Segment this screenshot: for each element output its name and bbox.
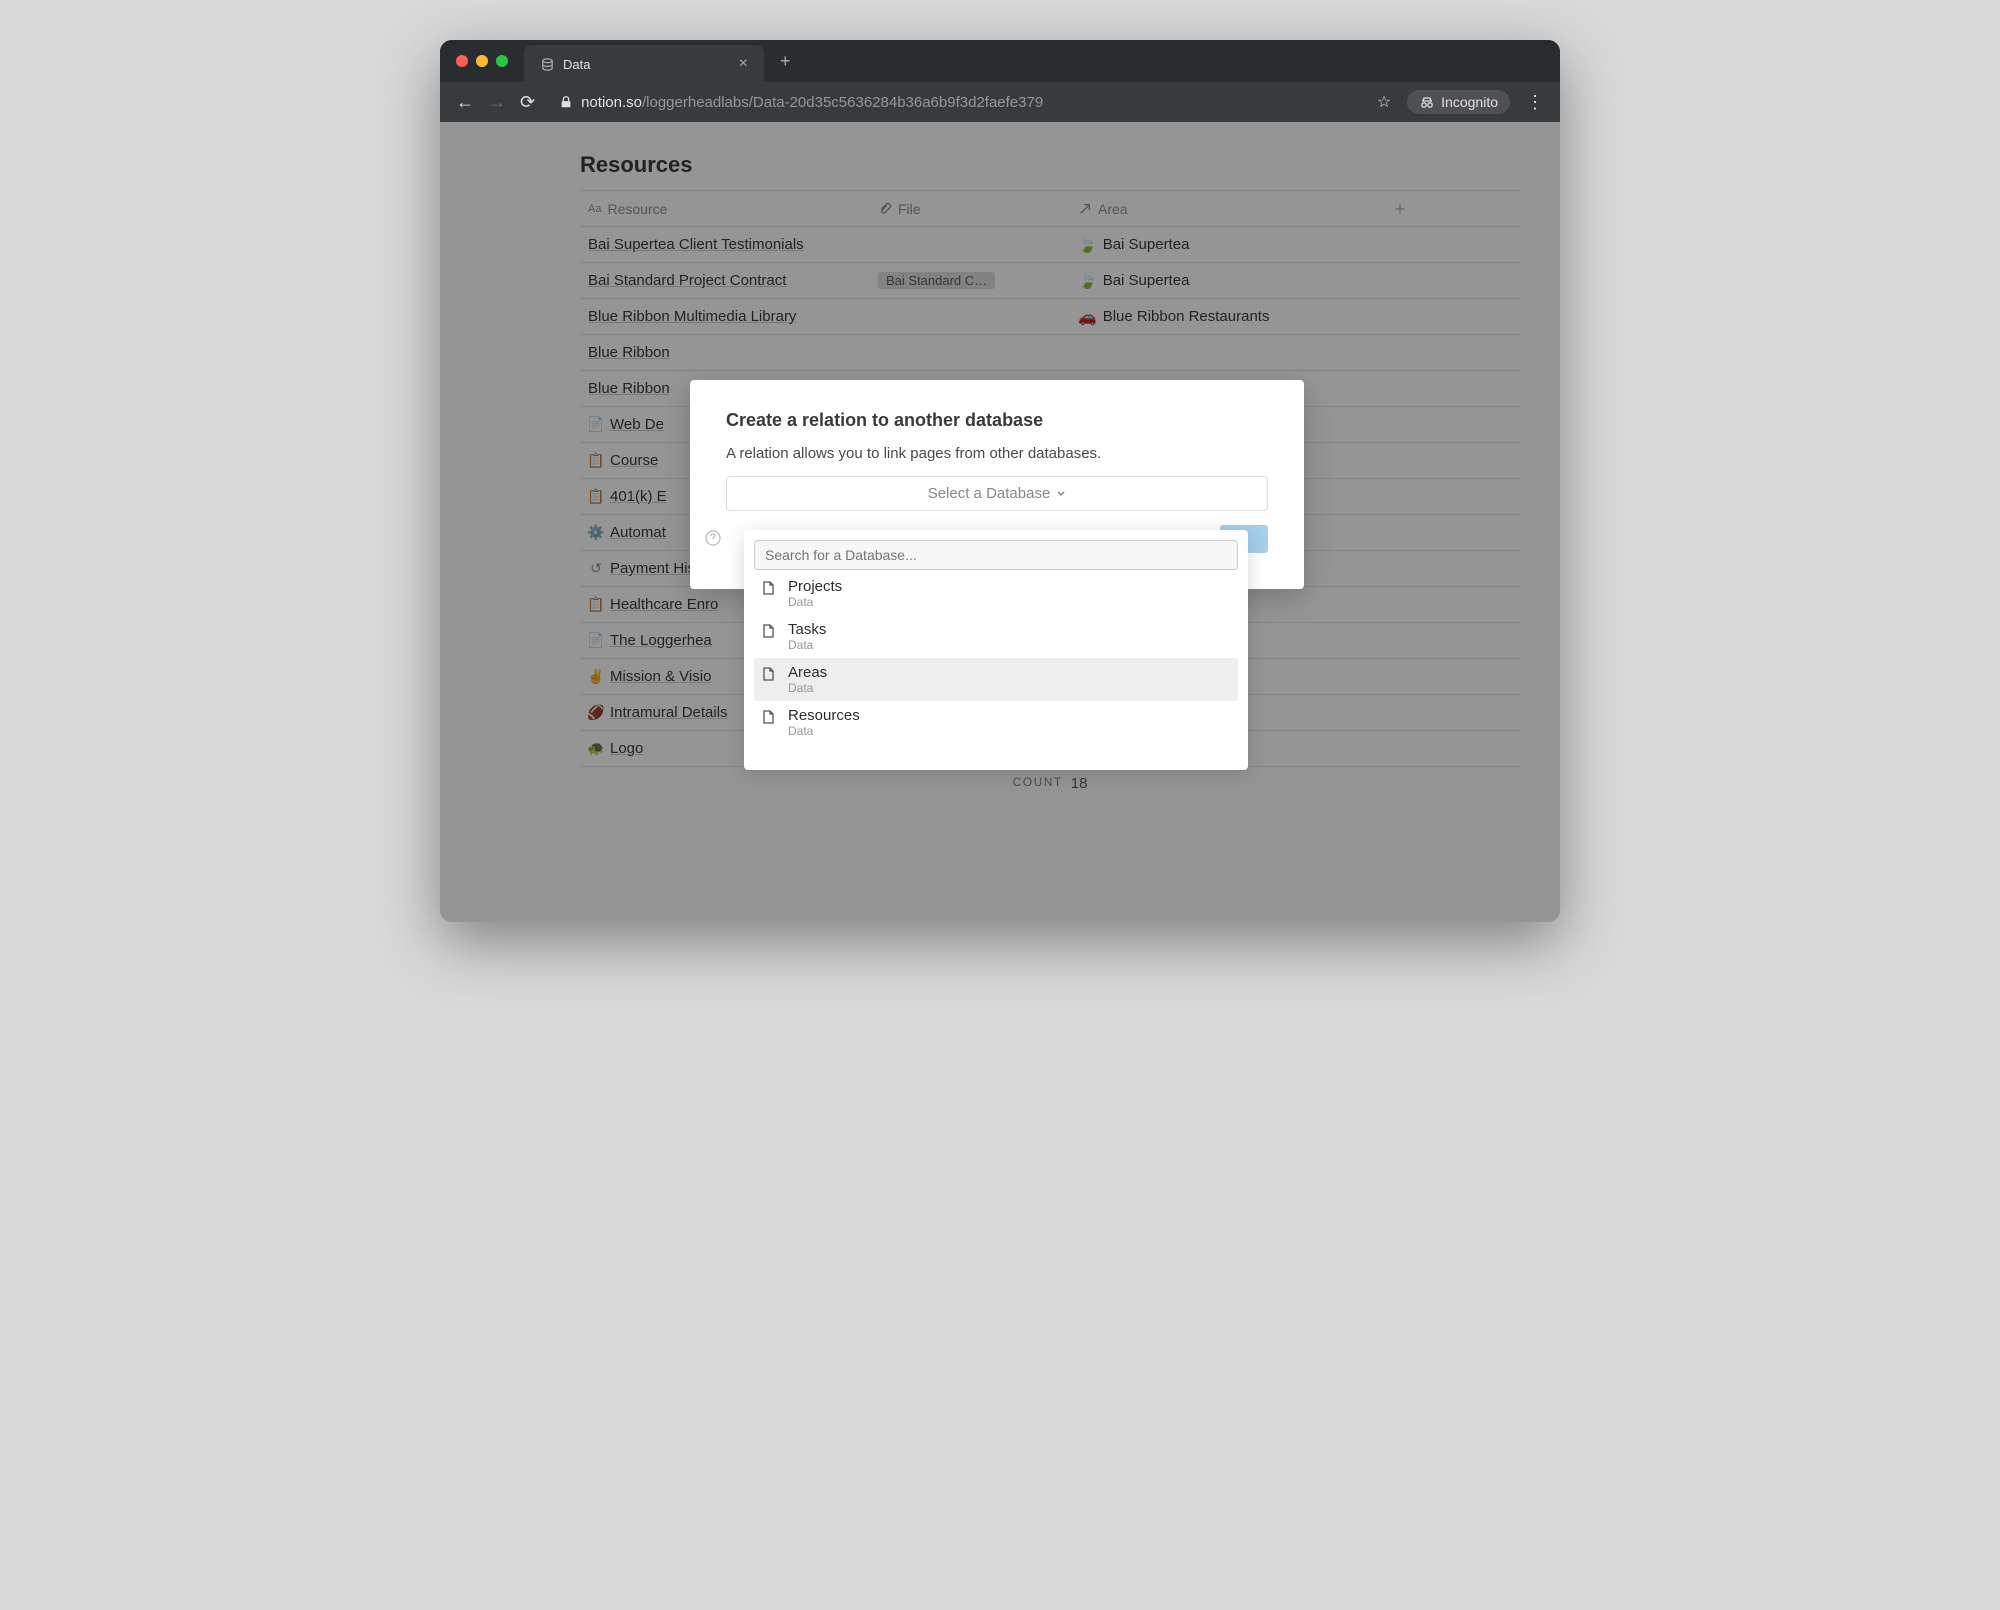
dropdown-item-name: Areas — [788, 664, 827, 681]
new-tab-button[interactable]: + — [780, 51, 791, 72]
database-dropdown: ProjectsDataTasksDataAreasDataResourcesD… — [744, 530, 1248, 770]
database-icon — [540, 57, 555, 72]
content-area: Resources Aa Resource File — [440, 122, 1560, 922]
title-bar: Data × + — [440, 40, 1560, 82]
chevron-down-icon — [1056, 489, 1066, 499]
back-button[interactable]: ← — [456, 92, 474, 113]
dropdown-item[interactable]: ProjectsData — [754, 572, 1238, 615]
forward-button[interactable]: → — [488, 92, 506, 113]
lock-icon — [559, 95, 573, 109]
modal-description: A relation allows you to link pages from… — [726, 445, 1268, 462]
minimize-window-button[interactable] — [476, 55, 488, 67]
url-domain: notion.so — [581, 94, 642, 111]
url-path: /loggerheadlabs/Data-20d35c5636284b36a6b… — [642, 94, 1043, 111]
dropdown-item[interactable]: AreasData — [754, 658, 1238, 701]
dropdown-item-sub: Data — [788, 724, 860, 738]
reload-button[interactable]: ⟳ — [520, 92, 535, 113]
tab-close-button[interactable]: × — [739, 55, 748, 73]
close-window-button[interactable] — [456, 55, 468, 67]
address-bar: ← → ⟳ notion.so/loggerheadlabs/Data-20d3… — [440, 82, 1560, 122]
database-search-input[interactable] — [754, 540, 1238, 570]
modal-title: Create a relation to another database — [726, 410, 1268, 431]
dropdown-item[interactable]: TasksData — [754, 615, 1238, 658]
maximize-window-button[interactable] — [496, 55, 508, 67]
page-icon — [760, 580, 776, 596]
dropdown-item-sub: Data — [788, 595, 842, 609]
traffic-lights — [456, 55, 508, 67]
browser-tab[interactable]: Data × — [524, 45, 764, 83]
dropdown-item-name: Tasks — [788, 621, 826, 638]
tab-title: Data — [563, 57, 590, 72]
incognito-label: Incognito — [1441, 94, 1498, 110]
page-icon — [760, 666, 776, 682]
dropdown-item-sub: Data — [788, 681, 827, 695]
nav-arrows: ← → ⟳ — [456, 92, 535, 113]
browser-menu-button[interactable]: ⋮ — [1526, 92, 1544, 113]
incognito-badge[interactable]: Incognito — [1407, 90, 1510, 114]
browser-window: Data × + ← → ⟳ notion.so/loggerheadlabs/… — [440, 40, 1560, 922]
dropdown-item-name: Projects — [788, 578, 842, 595]
dropdown-item-sub: Data — [788, 638, 826, 652]
dropdown-item-name: Resources — [788, 707, 860, 724]
url-bar[interactable]: notion.so/loggerheadlabs/Data-20d35c5636… — [551, 94, 1361, 111]
bookmark-star-icon[interactable]: ☆ — [1377, 92, 1391, 112]
page-icon — [760, 623, 776, 639]
select-database-button[interactable]: Select a Database — [726, 476, 1268, 511]
help-icon[interactable] — [704, 529, 722, 547]
incognito-icon — [1419, 94, 1435, 110]
page-icon — [760, 709, 776, 725]
dropdown-item[interactable]: ResourcesData — [754, 701, 1238, 744]
